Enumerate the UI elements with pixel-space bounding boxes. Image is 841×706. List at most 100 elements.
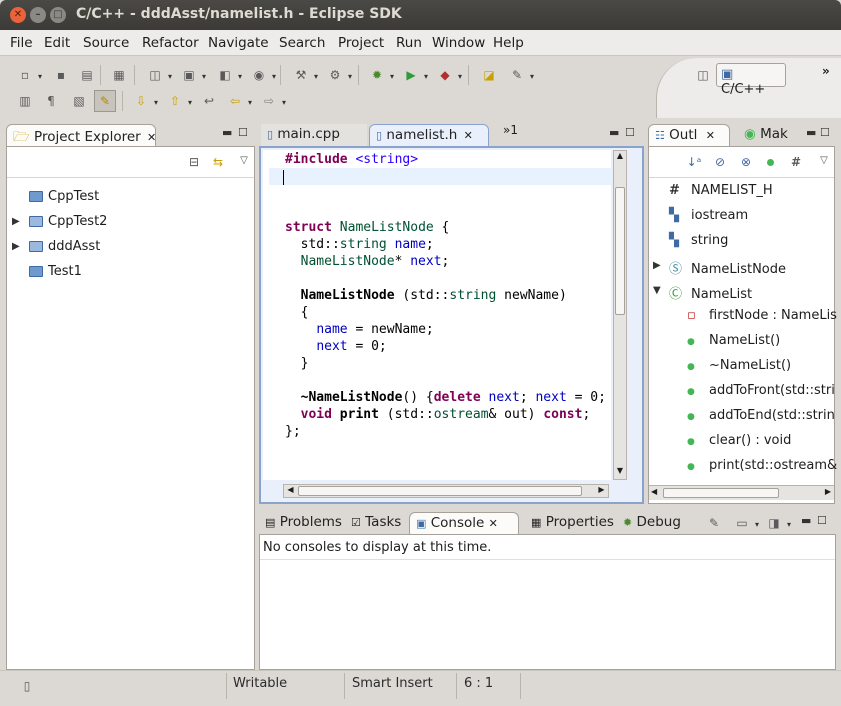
new-class-icon[interactable]: ◉ ▾ <box>250 66 276 84</box>
tree-item-cpptest2[interactable]: CppTest2 <box>29 214 107 229</box>
open-type-icon[interactable]: ◪ <box>480 66 498 84</box>
build-icon[interactable]: ⚒ ▾ <box>292 66 318 84</box>
maximize-icon[interactable]: ☐ <box>625 126 635 139</box>
new-icon[interactable]: ▫ ▾ <box>16 66 42 84</box>
scroll-up-icon[interactable]: ▲ <box>614 151 626 164</box>
new-file-icon[interactable]: ◧ ▾ <box>216 66 242 84</box>
menu-source[interactable]: Source <box>83 35 129 51</box>
binary-icon[interactable]: ▦ <box>110 66 128 84</box>
minimize-icon[interactable]: ▬ <box>801 514 811 527</box>
tree-item-dddasst[interactable]: dddAsst <box>29 239 100 254</box>
hide-non-public-icon[interactable] <box>761 153 779 171</box>
code-editor[interactable]: #include <string> struct NameListNode { s… <box>263 150 611 480</box>
outline-item[interactable]: ▚ string <box>669 233 728 248</box>
scroll-right-icon[interactable]: ▶ <box>825 487 831 496</box>
maximize-icon[interactable]: ☐ <box>238 126 248 139</box>
expand-arrow-icon[interactable]: ▶ <box>653 260 661 271</box>
back-icon[interactable]: ⇦ ▾ <box>226 92 252 110</box>
minimize-icon[interactable]: ▬ <box>222 126 232 139</box>
outline-horizontal-scrollbar[interactable]: ◀ ▶ <box>649 485 834 500</box>
open-console-icon[interactable]: ◨ ▾ <box>765 514 791 532</box>
tab-tasks[interactable]: ☑ Tasks <box>345 512 407 534</box>
scroll-left-icon[interactable]: ◀ <box>651 487 657 496</box>
view-menu-icon[interactable]: ▽ <box>815 151 833 169</box>
pin-console-icon[interactable]: ✎ <box>705 514 723 532</box>
scroll-thumb[interactable] <box>298 486 582 496</box>
menu-refactor[interactable]: Refactor <box>142 35 199 51</box>
tab-make[interactable]: ◉ Mak <box>738 124 796 146</box>
tab-debug[interactable]: ✹ Debug <box>617 512 689 534</box>
outline-item[interactable]: ● addToEnd(std::strin <box>687 408 835 423</box>
sort-icon[interactable]: ↓ᵃ <box>685 153 703 171</box>
run-icon[interactable]: ▶ ▾ <box>402 66 428 84</box>
outline-item[interactable]: # NAMELIST_H <box>669 183 773 198</box>
scroll-down-icon[interactable]: ▼ <box>614 466 626 479</box>
close-window-button[interactable]: ✕ <box>10 7 26 23</box>
outline-item[interactable]: ● ~NameList() <box>687 358 791 373</box>
print-icon[interactable]: ▤ <box>78 66 96 84</box>
tree-item-cpptest[interactable]: CppTest <box>29 189 99 204</box>
collapse-arrow-icon[interactable]: ▼ <box>653 285 661 296</box>
next-annotation-icon[interactable]: ⇩ ▾ <box>132 92 158 110</box>
view-menu-icon[interactable]: ▽ <box>235 151 253 169</box>
fast-view-icon[interactable]: ▯ <box>18 677 36 695</box>
menu-file[interactable]: File <box>10 35 33 51</box>
menu-search[interactable]: Search <box>279 35 325 51</box>
outline-item[interactable]: Ⓒ NameList <box>669 283 752 302</box>
collapse-all-icon[interactable]: ⊟ <box>185 153 203 171</box>
scroll-right-icon[interactable]: ▶ <box>595 485 608 497</box>
forward-icon[interactable]: ⇨ ▾ <box>260 92 286 110</box>
minimize-icon[interactable]: ▬ <box>609 126 619 139</box>
menu-navigate[interactable]: Navigate <box>208 35 269 51</box>
block-select-icon[interactable]: ▧ <box>70 92 88 110</box>
outline-item[interactable]: ▚ iostream <box>669 208 748 223</box>
menu-help[interactable]: Help <box>493 35 524 51</box>
hide-macros-icon[interactable]: # <box>787 153 805 171</box>
hide-fields-icon[interactable]: ⊘ <box>711 153 729 171</box>
tab-project-explorer[interactable]: 🗁 Project Explorer ✕ <box>6 124 156 146</box>
outline-item[interactable]: Ⓢ NameListNode <box>669 258 786 277</box>
tab-outline[interactable]: ☷ Outl ✕ <box>648 124 730 146</box>
close-icon[interactable]: ✕ <box>147 131 156 144</box>
editor-vertical-scrollbar[interactable]: ▲ ▼ <box>613 150 627 480</box>
perspective-overflow-icon[interactable]: » <box>822 64 830 78</box>
previous-annotation-icon[interactable]: ⇧ ▾ <box>166 92 192 110</box>
scroll-thumb[interactable] <box>615 187 625 315</box>
tab-properties[interactable]: ▦ Properties <box>525 512 615 534</box>
minimize-window-button[interactable]: – <box>30 7 46 23</box>
tab-namelist-h[interactable]: ▯ namelist.h ✕ <box>369 124 489 146</box>
new-folder-icon[interactable]: ▣ ▾ <box>180 66 206 84</box>
save-icon[interactable]: ▪ <box>52 66 70 84</box>
outline-item[interactable]: ▫ firstNode : NameLis <box>687 308 837 323</box>
tree-item-test1[interactable]: Test1 <box>29 264 82 279</box>
menu-run[interactable]: Run <box>396 35 422 51</box>
outline-item[interactable]: ● NameList() <box>687 333 780 348</box>
minimize-icon[interactable]: ▬ <box>806 126 816 139</box>
toggle-mark-icon[interactable]: ▥ <box>16 92 34 110</box>
close-icon[interactable]: ✕ <box>706 129 715 142</box>
close-icon[interactable]: ✕ <box>464 129 473 142</box>
tab-console[interactable]: ▣ Console ✕ <box>409 512 519 534</box>
maximize-icon[interactable]: ☐ <box>817 514 827 527</box>
outline-item[interactable]: ● clear() : void <box>687 433 791 448</box>
build-config-icon[interactable]: ⚙ ▾ <box>326 66 352 84</box>
show-whitespace-icon[interactable]: ¶ <box>42 92 60 110</box>
maximize-window-button[interactable]: □ <box>50 7 66 23</box>
tab-main-cpp[interactable]: ▯ main.cpp <box>261 124 367 146</box>
search-icon[interactable]: ✎ ▾ <box>508 66 534 84</box>
hide-static-icon[interactable]: ⊗ <box>737 153 755 171</box>
expand-arrow-icon[interactable]: ▶ <box>12 241 20 252</box>
scroll-thumb[interactable] <box>663 488 779 498</box>
open-perspective-icon[interactable]: ◫ <box>694 66 712 84</box>
editor-horizontal-scrollbar[interactable]: ◀ ▶ <box>283 484 609 498</box>
link-with-editor-icon[interactable]: ⇆ <box>209 153 227 171</box>
highlight-icon[interactable]: ✎ <box>94 90 116 112</box>
menu-edit[interactable]: Edit <box>44 35 70 51</box>
new-project-icon[interactable]: ◫ ▾ <box>146 66 172 84</box>
external-tools-icon[interactable]: ◆ ▾ <box>436 66 462 84</box>
tab-problems[interactable]: ▤ Problems <box>259 512 345 534</box>
debug-icon[interactable]: ✹ ▾ <box>368 66 394 84</box>
last-edit-icon[interactable]: ↩ <box>200 92 218 110</box>
scroll-left-icon[interactable]: ◀ <box>284 485 297 497</box>
menu-project[interactable]: Project <box>338 35 384 51</box>
